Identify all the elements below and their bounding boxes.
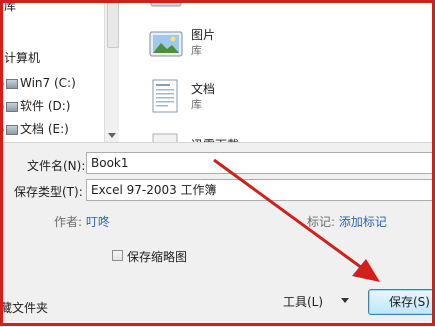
nav-item-drive-d[interactable]: 软件 (D:) (0, 97, 70, 115)
tags-field[interactable]: 标记: 添加标记 (307, 213, 387, 230)
tags-value[interactable]: 添加标记 (339, 215, 387, 229)
thumbnail-label[interactable]: 保存缩略图 (127, 248, 187, 265)
filename-label: 文件名(N): (27, 159, 86, 173)
hide-folders-link[interactable]: 藏文件夹 (0, 299, 48, 316)
nav-item-drive-c[interactable]: Win7 (C:) (0, 74, 76, 92)
thumbnail-checkbox[interactable] (112, 250, 123, 261)
expand-icon[interactable] (0, 127, 4, 132)
tools-button[interactable]: 工具(L) (283, 293, 323, 310)
save-as-dialog: 库 计算机 Win7 (C:) 软件 (D:) 文档 (E:) 图片 库 文档 … (0, 0, 435, 327)
drive-icon (6, 78, 18, 89)
drive-icon (6, 124, 18, 135)
file-name: 文档 (191, 82, 216, 96)
nav-item-label: Win7 (C:) (20, 76, 76, 90)
drive-icon (6, 101, 18, 112)
nav-item-label: 库 (4, 0, 17, 13)
scroll-down-icon[interactable] (108, 133, 116, 138)
nav-item-library[interactable]: 库 (4, 0, 16, 15)
file-type: 库 (191, 44, 202, 57)
nav-item-computer[interactable]: 计算机 (4, 49, 40, 67)
file-name: 图片 (191, 28, 216, 42)
nav-item-label: 计算机 (4, 51, 41, 65)
nav-item-label: 文档 (E:) (20, 122, 69, 136)
tags-label: 标记: (307, 215, 336, 229)
filename-input[interactable]: Book1 (86, 152, 435, 174)
nav-item-label: 软件 (D:) (20, 99, 71, 113)
expand-icon[interactable] (0, 81, 4, 86)
author-field[interactable]: 作者: 叮咚 (54, 213, 110, 230)
author-value[interactable]: 叮咚 (86, 215, 110, 229)
document-library-icon (152, 79, 178, 113)
picture-library-icon (149, 31, 183, 57)
scrollbar-thumb[interactable] (107, 0, 119, 48)
folder-icon (150, 0, 182, 7)
nav-item-drive-e[interactable]: 文档 (E:) (0, 120, 69, 138)
file-list: 图片 库 文档 库 迅雷下载 (119, 0, 435, 155)
navigation-pane: 库 计算机 Win7 (C:) 软件 (D:) 文档 (E:) (0, 0, 105, 142)
savetype-select[interactable]: Excel 97-2003 工作簿 (86, 179, 435, 201)
save-button[interactable]: 保存(S) (368, 289, 435, 315)
file-type: 库 (191, 98, 202, 111)
nav-scrollbar[interactable] (104, 0, 119, 142)
chevron-down-icon[interactable] (341, 298, 349, 303)
expand-icon[interactable] (0, 104, 4, 109)
savetype-label: 保存类型(T): (14, 185, 83, 199)
author-label: 作者: (54, 215, 83, 229)
